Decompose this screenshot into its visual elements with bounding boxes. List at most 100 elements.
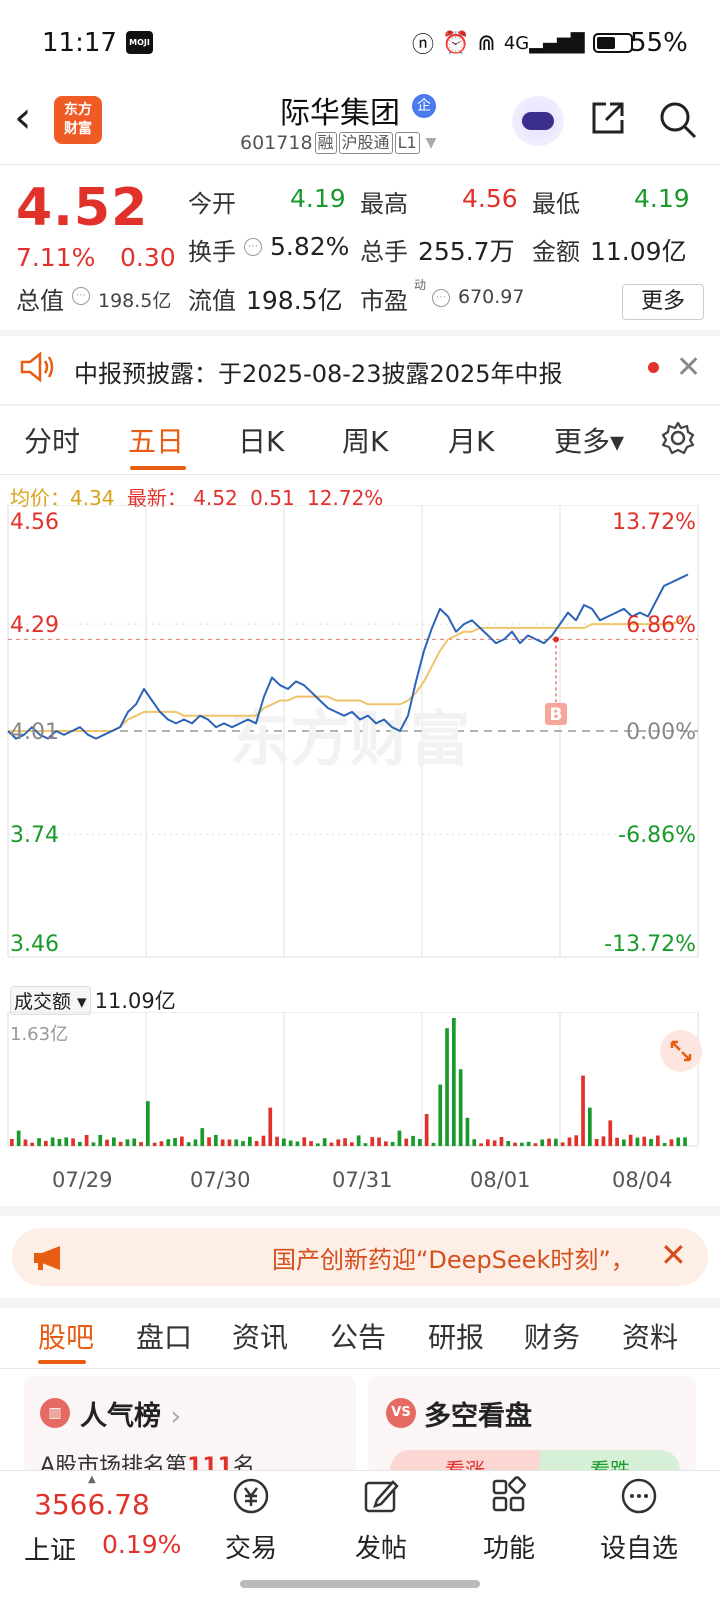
brand-logo[interactable]: 东方财富 — [54, 96, 102, 144]
volume-bar — [84, 1135, 89, 1146]
buy-marker[interactable]: B — [545, 636, 567, 725]
tab-orderbook[interactable]: 盘口 — [136, 1316, 192, 1356]
y-tick-left: 4.29 — [10, 613, 59, 638]
volume-bar — [173, 1138, 177, 1146]
settings-icon[interactable] — [660, 420, 696, 456]
nav-functions-label: 功能 — [482, 1534, 535, 1564]
volume-bar — [200, 1128, 205, 1146]
volume-bar — [295, 1141, 300, 1146]
more-button[interactable]: 更多 — [622, 284, 704, 320]
mktcap-value: 198.5亿 — [98, 290, 172, 312]
tab-five-day[interactable]: 五日 — [128, 420, 184, 460]
stock-code-row[interactable]: 601718 融 沪股通 L1 ▼ — [240, 132, 436, 154]
nfc-icon: ⓝ — [412, 33, 435, 58]
volume-bar — [588, 1107, 592, 1146]
nav-post[interactable]: 发帖 — [336, 1476, 426, 1565]
alarm-icon: ⏰ — [442, 30, 470, 56]
tab-research[interactable]: 研报 — [428, 1316, 484, 1356]
search-icon[interactable] — [658, 100, 698, 140]
y-tick-left: 4.01 — [10, 720, 59, 745]
volume-bar — [540, 1139, 545, 1146]
tab-financials[interactable]: 财务 — [524, 1316, 580, 1356]
index-percent[interactable]: 0.19% — [102, 1530, 181, 1559]
volume-bar — [234, 1139, 239, 1146]
divider — [0, 164, 720, 165]
nav-functions[interactable]: 功能 — [464, 1476, 554, 1565]
divider — [0, 1206, 720, 1216]
volume-bar — [105, 1139, 109, 1146]
volume-bar — [622, 1139, 626, 1146]
index-value[interactable]: 3566.78 — [34, 1488, 150, 1521]
y-tick-left: 3.74 — [10, 823, 59, 848]
volume-bar — [220, 1139, 225, 1146]
amount-value: 11.09亿 — [590, 237, 687, 266]
volume-bar — [139, 1142, 143, 1146]
volume-bar — [492, 1140, 497, 1146]
news-text[interactable]: 国产创新药迎“DeepSeek时刻”， — [272, 1240, 632, 1275]
home-indicator — [240, 1580, 480, 1588]
volume-total: 11.09亿 — [94, 989, 176, 1013]
tab-forum[interactable]: 股吧 — [38, 1316, 94, 1356]
tab-news[interactable]: 资讯 — [232, 1316, 288, 1356]
change-percent: 7.11% — [16, 243, 96, 272]
index-name[interactable]: 上证 — [24, 1530, 76, 1567]
volume-bar — [642, 1136, 647, 1146]
brand-text: 东方财富 — [64, 102, 92, 137]
volume-indicator-select[interactable]: 成交额 ▾ — [10, 985, 91, 1015]
tab-monthly-k[interactable]: 月K — [448, 420, 494, 460]
volume-bar — [166, 1139, 171, 1146]
grid-icon — [492, 1476, 526, 1512]
y-tick-left: 4.56 — [10, 510, 59, 535]
info-icon[interactable]: ⋯ — [244, 238, 262, 256]
volume-bar — [71, 1138, 75, 1146]
y-tick-right: -6.86% — [618, 823, 696, 848]
pe-sup: 动 — [414, 278, 427, 292]
price-chart[interactable]: 东方财富 4.56 4.29 4.01 3.74 3.46 13.72% 6.86% 0.00… — [0, 505, 720, 980]
watermark-logo: 东方财富 — [230, 705, 470, 775]
volume-bar — [404, 1138, 409, 1146]
volume-bar — [424, 1114, 429, 1146]
current-price: 4.52 — [16, 178, 149, 238]
volume-bar — [10, 1139, 14, 1146]
chevron-down-icon: ▼ — [425, 135, 437, 151]
info-icon[interactable]: ⋯ — [432, 289, 450, 307]
tab-more[interactable]: 更多▾ — [554, 420, 624, 460]
news-close-button[interactable]: ✕ — [660, 1236, 687, 1274]
info-icon[interactable]: ⋯ — [72, 287, 90, 305]
volume-bar — [520, 1142, 524, 1146]
tab-daily-k[interactable]: 日K — [238, 420, 284, 460]
popularity-title[interactable]: 人气榜 › — [80, 1394, 181, 1433]
nav-trade[interactable]: 交易 — [206, 1476, 296, 1565]
volume-bar — [91, 1142, 96, 1146]
volume-bar — [322, 1138, 327, 1146]
divider — [0, 404, 720, 406]
tab-weekly-k[interactable]: 周K — [342, 420, 388, 460]
tab-profile[interactable]: 资料 — [622, 1316, 678, 1356]
nav-add-watchlist[interactable]: 设自选 — [594, 1476, 684, 1565]
volume-bar — [261, 1135, 266, 1146]
volume-bar — [418, 1139, 422, 1146]
volume-bar — [98, 1134, 103, 1146]
level-tag: L1 — [394, 132, 420, 154]
volume-bar — [186, 1142, 191, 1146]
volume-bar — [193, 1139, 198, 1146]
expand-icon[interactable] — [660, 1030, 702, 1072]
open-value: 4.19 — [290, 184, 346, 213]
notice-text[interactable]: 中报预披露：于2025-08-23披露2025年中报 — [74, 354, 563, 389]
volume-chart[interactable]: 1.63亿 — [0, 1012, 720, 1176]
turnover-value: 5.82% — [270, 232, 350, 261]
notice-close-button[interactable]: ✕ — [676, 350, 701, 385]
volume-bar — [241, 1141, 245, 1146]
volume-bar — [390, 1141, 395, 1146]
tab-intraday[interactable]: 分时 — [24, 420, 80, 460]
tab-announcements[interactable]: 公告 — [330, 1316, 386, 1356]
volume-bar — [438, 1084, 443, 1146]
volume-bar — [329, 1142, 334, 1146]
share-icon[interactable] — [590, 100, 626, 136]
edit-icon — [364, 1480, 399, 1513]
back-button[interactable]: ‹ — [14, 96, 32, 140]
volume-value: 255.7万 — [418, 237, 515, 266]
volume-bar — [275, 1136, 279, 1146]
change-amount: 0.30 — [120, 243, 176, 272]
y-tick-right: 6.86% — [626, 613, 696, 638]
